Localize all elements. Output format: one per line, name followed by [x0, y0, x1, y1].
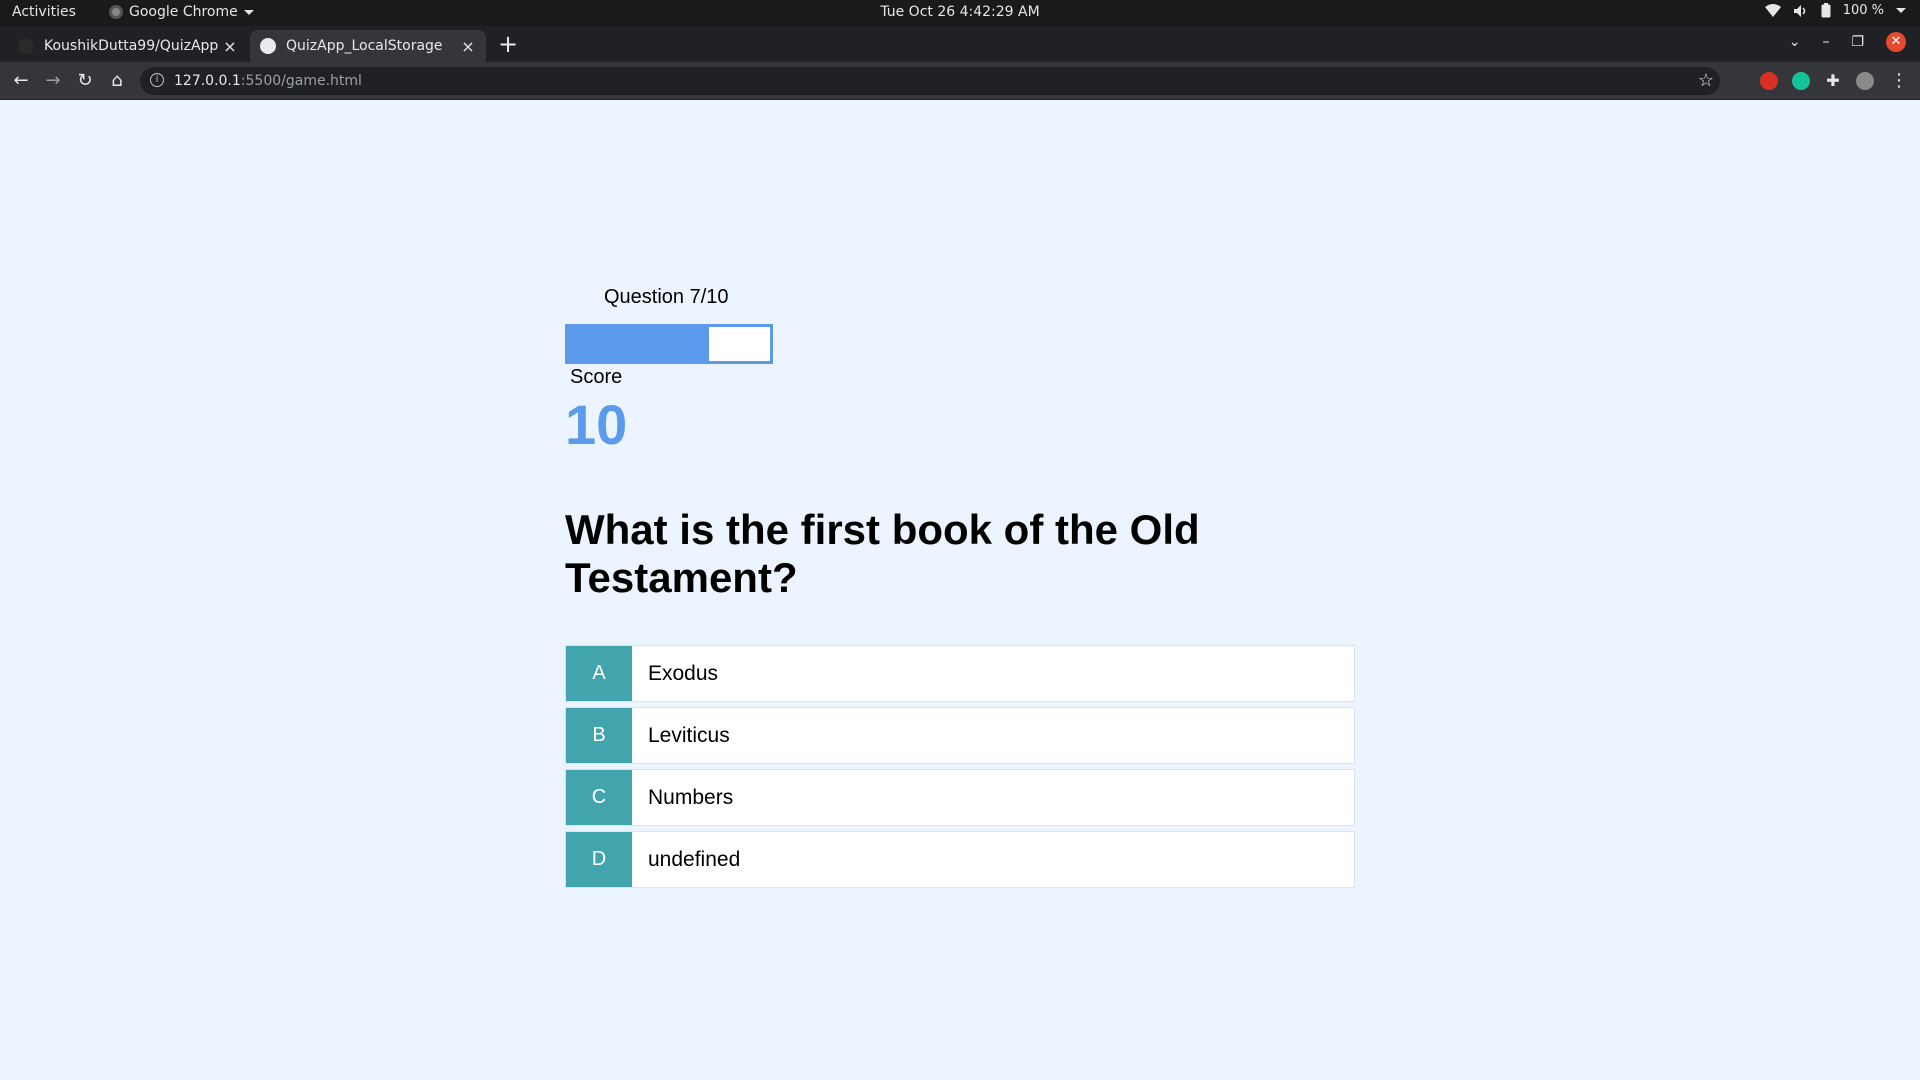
choice-prefix: B: [566, 708, 632, 763]
choice-prefix: D: [566, 832, 632, 887]
volume-icon: [1793, 4, 1805, 17]
tab-label: KoushikDutta99/QuizApp: [44, 38, 219, 54]
forward-button[interactable]: →: [40, 68, 66, 94]
profile-avatar[interactable]: [1856, 72, 1874, 90]
choices-list: A Exodus B Leviticus C Numbers D undefin…: [565, 645, 1355, 893]
bookmark-star-icon[interactable]: ☆: [1698, 70, 1714, 91]
choice-text: Exodus: [648, 661, 719, 685]
back-button[interactable]: ←: [8, 68, 34, 94]
tab-label: QuizApp_LocalStorage: [286, 38, 443, 54]
choice-d[interactable]: D undefined: [565, 831, 1355, 888]
url-host: 127.0.0.1: [174, 73, 241, 89]
close-icon[interactable]: ×: [222, 37, 238, 56]
clock[interactable]: Tue Oct 26 4:42:29 AM: [0, 4, 1920, 20]
tab-search-icon[interactable]: ⌄: [1789, 34, 1801, 50]
progress-text: Question 7/10: [604, 286, 729, 308]
score-label: Score: [570, 366, 623, 388]
globe-icon: [260, 38, 276, 54]
tab-github[interactable]: KoushikDutta99/QuizApp ×: [8, 30, 248, 62]
tab-strip: KoushikDutta99/QuizApp × QuizApp_LocalSt…: [0, 26, 1920, 62]
chrome-icon: [109, 5, 123, 19]
app-menu[interactable]: Google Chrome: [109, 4, 254, 20]
new-tab-button[interactable]: +: [498, 32, 518, 56]
github-icon: [18, 38, 34, 54]
choice-c[interactable]: C Numbers: [565, 769, 1355, 826]
minimize-button[interactable]: –: [1822, 34, 1829, 50]
menu-kebab-icon[interactable]: ⋮: [1886, 68, 1912, 94]
activities-button[interactable]: Activities: [12, 4, 76, 20]
score-value: 10: [565, 393, 628, 456]
wifi-icon: [1764, 3, 1781, 17]
choice-text: Leviticus: [648, 723, 730, 747]
grammarly-icon[interactable]: [1792, 72, 1810, 90]
url-text[interactable]: 127.0.0.1:5500/game.html: [174, 73, 362, 89]
battery-percent: 100 %: [1842, 3, 1884, 18]
address-bar[interactable]: i 127.0.0.1:5500/game.html ☆: [140, 67, 1720, 95]
home-button[interactable]: ⌂: [104, 68, 130, 94]
progress-bar: [565, 324, 773, 364]
restore-button[interactable]: ❐: [1851, 34, 1864, 50]
browser-toolbar: ← → ↻ ⌂ i 127.0.0.1:5500/game.html ☆ ✚ ⋮: [0, 62, 1920, 100]
choice-text: undefined: [648, 847, 741, 871]
choice-prefix: A: [566, 646, 632, 701]
choice-a[interactable]: A Exodus: [565, 645, 1355, 702]
window-close-button[interactable]: ✕: [1886, 32, 1906, 52]
tab-quizapp[interactable]: QuizApp_LocalStorage ×: [250, 30, 486, 62]
chevron-down-icon: [1896, 8, 1906, 13]
question-text: What is the first book of the Old Testam…: [565, 506, 1200, 601]
choice-prefix: C: [566, 770, 632, 825]
extension-icon[interactable]: [1760, 72, 1778, 90]
choice-text: Numbers: [648, 785, 734, 809]
window-controls: ⌄ – ❐ ✕: [1789, 32, 1906, 52]
info-icon[interactable]: i: [150, 73, 164, 87]
app-menu-label: Google Chrome: [129, 4, 238, 20]
extensions-puzzle-icon[interactable]: ✚: [1820, 68, 1846, 94]
close-icon[interactable]: ×: [460, 37, 476, 56]
reload-button[interactable]: ↻: [72, 68, 98, 94]
progress-bar-fill: [568, 327, 710, 361]
system-top-bar: Activities Google Chrome Tue Oct 26 4:42…: [0, 0, 1920, 26]
choice-b[interactable]: B Leviticus: [565, 707, 1355, 764]
chevron-down-icon: [243, 9, 254, 15]
url-path: :5500/game.html: [240, 73, 362, 89]
battery-icon: [1821, 3, 1831, 18]
system-tray[interactable]: 100 %: [1764, 3, 1906, 18]
